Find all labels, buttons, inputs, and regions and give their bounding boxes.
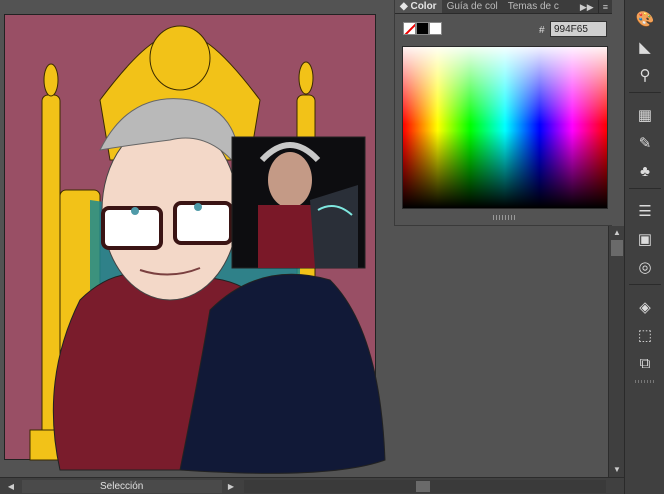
vertical-scroll-thumb[interactable] [611, 240, 623, 256]
palette-icon[interactable]: 🎨 [633, 8, 657, 30]
tab-color[interactable]: ◆ Color [395, 0, 442, 13]
panel-resize-grip[interactable] [493, 215, 515, 220]
white-swatch[interactable] [429, 22, 442, 35]
swatch-row [403, 22, 442, 35]
symbol-sprayer-icon[interactable]: ⚲ [633, 64, 657, 86]
tab-color-guide[interactable]: Guía de col [442, 0, 503, 13]
hex-input[interactable]: 994F65 [550, 21, 607, 37]
brush-icon[interactable]: ✎ [633, 132, 657, 154]
color-spectrum[interactable] [402, 46, 608, 209]
status-right-arrow-icon[interactable]: ▶ [224, 480, 238, 493]
layers-icon[interactable]: ◈ [633, 296, 657, 318]
tab-color-label: Color [410, 1, 437, 12]
status-bar: ◀ Selección ▶ [0, 477, 624, 494]
hex-label: # [539, 25, 545, 36]
horizontal-scrollbar[interactable] [244, 480, 606, 493]
tab-color-themes[interactable]: Temas de c [503, 0, 564, 13]
portrait-face [99, 98, 241, 301]
transparency-icon[interactable]: ◎ [633, 256, 657, 278]
club-icon[interactable]: ♣ [633, 160, 657, 182]
gradient-icon[interactable]: ◣ [633, 36, 657, 58]
right-panel-dock: 🎨 ◣ ⚲ ▦ ✎ ♣ ☰ ▣ ◎ ◈ ⬚ ⧉ [624, 0, 664, 494]
scroll-up-icon[interactable]: ▲ [609, 226, 625, 240]
swatches-grid-icon[interactable]: ▦ [633, 104, 657, 126]
tab-overflow-icon[interactable]: ▶▶ [576, 0, 598, 13]
color-panel[interactable]: ◆ Color Guía de col Temas de c ▶▶ ≡ # 99… [394, 0, 612, 226]
dock-grip[interactable] [635, 380, 655, 383]
color-panel-tabs: ◆ Color Guía de col Temas de c ▶▶ ≡ [395, 0, 612, 14]
status-left-arrow-icon[interactable]: ◀ [4, 480, 18, 493]
reference-photo [231, 136, 366, 269]
gradient-swatch-icon[interactable]: ▣ [633, 228, 657, 250]
current-tool-field[interactable]: Selección [22, 480, 222, 493]
artboard-icon[interactable]: ⬚ [633, 324, 657, 346]
vertical-scrollbar[interactable]: ▲ ▼ [608, 226, 624, 477]
stroke-lines-icon[interactable]: ☰ [633, 200, 657, 222]
black-swatch[interactable] [416, 22, 429, 35]
horizontal-scroll-thumb[interactable] [416, 481, 430, 492]
arrange-icon[interactable]: ⧉ [633, 352, 657, 374]
none-swatch[interactable] [403, 22, 416, 35]
panel-menu-icon[interactable]: ≡ [597, 0, 612, 13]
scroll-down-icon[interactable]: ▼ [609, 463, 625, 477]
